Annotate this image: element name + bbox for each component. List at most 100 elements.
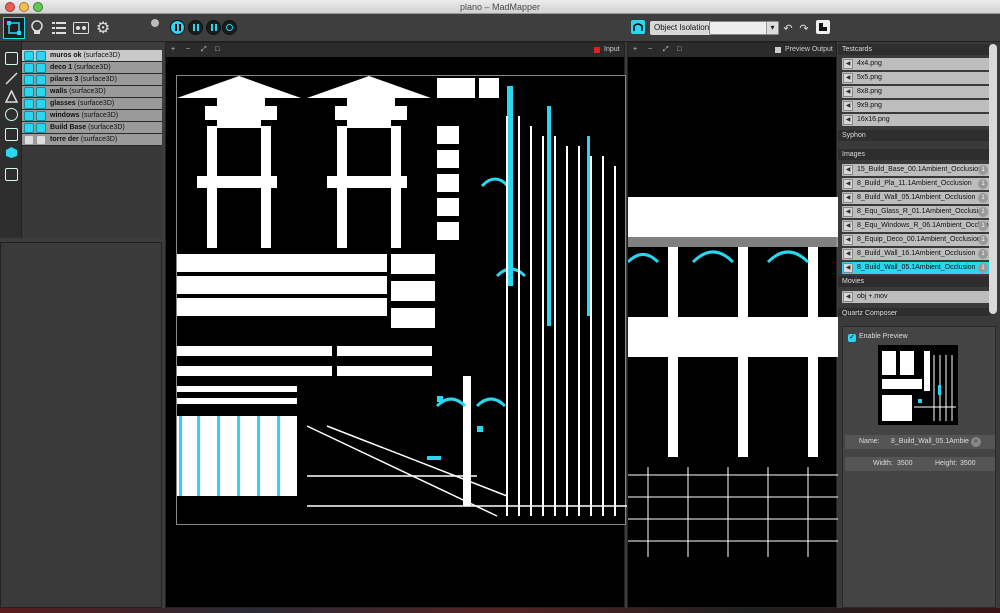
fullscreen-icon[interactable] xyxy=(816,20,830,34)
output-preview-view[interactable]: + − ⤢ □ Preview Output xyxy=(627,42,838,608)
layer-row[interactable]: Build Base (surface3D) xyxy=(22,122,162,134)
play-icon[interactable]: ◀ xyxy=(843,115,853,125)
layer-lock-checkbox[interactable] xyxy=(36,62,46,73)
output-zoom-in-icon[interactable]: + xyxy=(633,43,637,57)
add-3d-object-icon[interactable] xyxy=(5,146,18,159)
play-icon[interactable]: ◀ xyxy=(843,73,853,83)
image-item[interactable]: ◀ 8_Build_Wall_05.1Ambient_Occlusion 1 xyxy=(842,192,990,204)
input-fit-icon[interactable]: ⤢ xyxy=(201,43,207,57)
layer-visibility-checkbox[interactable] xyxy=(24,110,34,121)
stop-button[interactable] xyxy=(206,20,221,35)
input-zoom-out-icon[interactable]: − xyxy=(186,43,190,57)
layer-lock-checkbox[interactable] xyxy=(36,50,46,61)
search-icon[interactable]: ⌕ xyxy=(971,437,981,447)
output-frame-icon[interactable]: □ xyxy=(677,43,681,57)
layer-row[interactable]: pilares 3 (surface3D) xyxy=(22,74,162,86)
close-window-button[interactable] xyxy=(5,2,15,12)
play-icon[interactable]: ◀ xyxy=(843,59,853,69)
toolbar-badge-icon[interactable] xyxy=(151,19,159,27)
image-item[interactable]: ◀ 8_Build_Wall_05.1Ambient_Occlusion 1 xyxy=(842,262,990,274)
layer-lock-checkbox[interactable] xyxy=(36,122,46,133)
play-icon[interactable]: ◀ xyxy=(843,249,853,259)
layer-visibility-checkbox[interactable] xyxy=(24,50,34,61)
play-icon[interactable]: ◀ xyxy=(843,165,853,175)
layer-lock-checkbox[interactable] xyxy=(36,98,46,109)
undo-icon[interactable]: ↶ xyxy=(782,21,794,35)
layer-row[interactable]: muros ok (surface3D) xyxy=(22,50,162,62)
record-button[interactable] xyxy=(222,20,237,35)
add-group-icon[interactable] xyxy=(5,168,18,181)
testcard-item[interactable]: ◀ 8x8.png xyxy=(842,86,990,98)
layer-lock-checkbox[interactable] xyxy=(36,74,46,85)
image-item[interactable]: ◀ 8_Equip_Deco_00.1Ambient_Occlusion 1 xyxy=(842,234,990,246)
play-icon[interactable]: ◀ xyxy=(843,101,853,111)
minimize-window-button[interactable] xyxy=(19,2,29,12)
testcard-item[interactable]: ◀ 9x9.png xyxy=(842,100,990,112)
add-quad-icon[interactable] xyxy=(5,52,18,65)
input-frame-icon[interactable]: □ xyxy=(215,43,219,57)
redo-icon[interactable]: ↷ xyxy=(798,21,810,35)
name-value[interactable]: 8_Build_Wall_05.1Ambie xyxy=(891,435,969,449)
image-item[interactable]: ◀ 8_Equ_Windows_R_06.1Ambient_Occlusion 1 xyxy=(842,220,990,232)
usage-count-badge: 1 xyxy=(978,179,988,189)
zoom-window-button[interactable] xyxy=(33,2,43,12)
layer-name: windows xyxy=(50,112,80,119)
layer-row[interactable]: deco 1 (surface3D) xyxy=(22,62,162,74)
lightbulb-icon[interactable] xyxy=(27,17,47,39)
layer-row[interactable]: glasses (surface3D) xyxy=(22,98,162,110)
output-fit-icon[interactable]: ⤢ xyxy=(663,43,669,57)
object-isolation-button[interactable]: Object Isolation xyxy=(650,21,714,35)
play-icon[interactable]: ◀ xyxy=(843,263,853,273)
image-item[interactable]: ◀ 8_Equ_Glass_R_01.1Ambient_Occlusion 1 xyxy=(842,206,990,218)
layer-row[interactable]: torre der (surface3D) xyxy=(22,134,162,146)
layer-visibility-checkbox[interactable] xyxy=(24,62,34,73)
pause-button[interactable] xyxy=(188,20,203,35)
image-item[interactable]: ◀ 8_Build_Pla_11.1Ambient_Occlusion 1 xyxy=(842,178,990,190)
play-icon[interactable]: ◀ xyxy=(843,221,853,231)
layer-lock-checkbox[interactable] xyxy=(36,86,46,97)
add-circle-icon[interactable] xyxy=(5,108,18,121)
image-item[interactable]: ◀ 15_Build_Base_00.1Ambient_Occlusion 1 xyxy=(842,164,990,176)
play-icon[interactable]: ◀ xyxy=(843,207,853,217)
play-icon[interactable]: ◀ xyxy=(843,193,853,203)
layer-row[interactable]: walls (surface3D) xyxy=(22,86,162,98)
surface-mode-icon[interactable] xyxy=(3,17,25,39)
layer-visibility-checkbox[interactable] xyxy=(24,122,34,133)
usage-count-badge: 1 xyxy=(978,235,988,245)
testcard-item[interactable]: ◀ 5x5.png xyxy=(842,72,990,84)
add-triangle-icon[interactable] xyxy=(4,89,19,103)
play-icon[interactable]: ◀ xyxy=(843,87,853,97)
layer-visibility-checkbox[interactable] xyxy=(24,86,34,97)
layer-type: (surface3D) xyxy=(80,136,118,143)
testcard-item[interactable]: ◀ 4x4.png xyxy=(842,58,990,70)
play-icon[interactable]: ◀ xyxy=(843,235,853,245)
list-icon[interactable] xyxy=(49,17,69,39)
isolation-icon[interactable] xyxy=(631,20,645,34)
isolation-dropdown[interactable]: ▾ xyxy=(709,21,779,35)
layer-visibility-checkbox[interactable] xyxy=(24,98,34,109)
layer-lock-checkbox[interactable] xyxy=(36,110,46,121)
layer-label: deco 1 (surface3D) xyxy=(50,64,111,71)
layer-type: (surface3D) xyxy=(80,76,117,83)
play-icon[interactable]: ◀ xyxy=(843,179,853,189)
output-zoom-out-icon[interactable]: − xyxy=(648,43,652,57)
texture-canvas[interactable] xyxy=(176,75,627,525)
library-scrollbar[interactable] xyxy=(989,44,997,314)
add-line-icon[interactable] xyxy=(5,72,18,85)
layer-lock-checkbox[interactable] xyxy=(36,134,46,145)
input-zoom-in-icon[interactable]: + xyxy=(171,43,175,57)
image-item[interactable]: ◀ 8_Build_Wall_16.1Ambient_Occlusion 1 xyxy=(842,248,990,260)
add-mask-icon[interactable] xyxy=(5,128,18,141)
enable-preview-checkbox[interactable]: ✓ xyxy=(848,334,856,342)
layer-visibility-checkbox[interactable] xyxy=(24,74,34,85)
play-icon[interactable]: ◀ xyxy=(843,292,853,302)
layer-row[interactable]: windows (surface3D) xyxy=(22,110,162,122)
preferences-icon[interactable] xyxy=(71,17,91,39)
input-view[interactable]: + − ⤢ □ Input xyxy=(165,42,627,608)
movie-item[interactable]: ◀ obj +.mov xyxy=(842,291,990,303)
settings-gear-icon[interactable]: ⚙ xyxy=(93,17,113,39)
play-button[interactable] xyxy=(170,20,185,35)
title-bar: plano – MadMapper xyxy=(0,0,1000,14)
testcard-item[interactable]: ◀ 16x16.png xyxy=(842,114,990,126)
layer-visibility-checkbox[interactable] xyxy=(24,134,34,145)
